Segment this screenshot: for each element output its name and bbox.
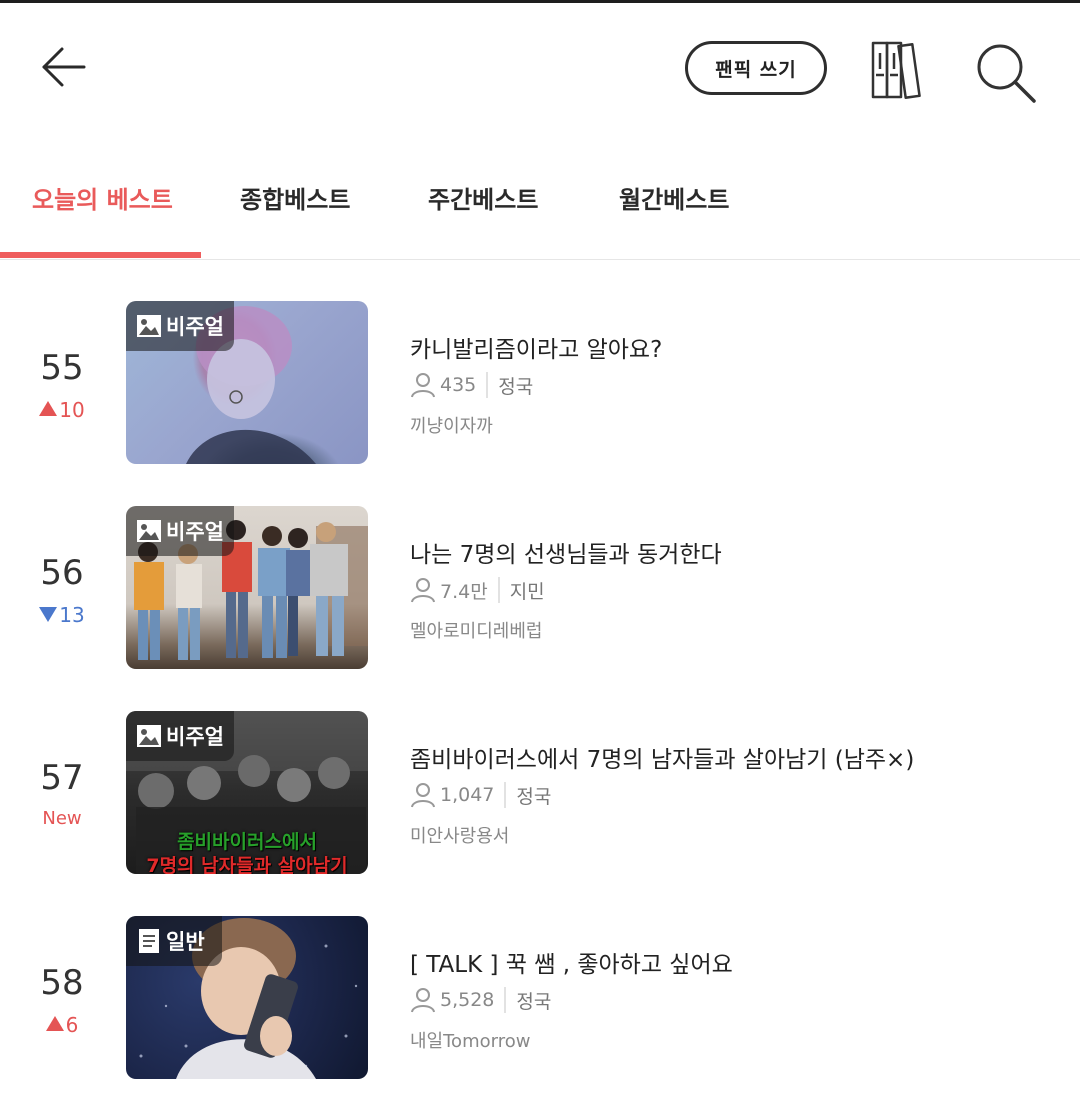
app-header: 팬픽 쓰기: [0, 3, 1080, 133]
list-item[interactable]: 55 10 비주얼 카니발리즘이라고 알아요? 435 정국 끼냥이자까: [0, 300, 1080, 465]
tab-weekly-best[interactable]: 주간베스트: [428, 180, 538, 220]
meta-divider: [486, 372, 489, 398]
author-name[interactable]: 내일Tomorrow: [410, 1027, 530, 1053]
story-meta: 1,047 정국: [410, 780, 551, 810]
rank-change-value: 13: [59, 603, 85, 627]
list-item[interactable]: 56 13 비주얼 나는 7명의 선생님들과 동거한다 7.4만 지민 멜아로미…: [0, 505, 1080, 670]
category-label: 비주얼: [166, 725, 224, 749]
story-title[interactable]: 카니발리즘이라고 알아요?: [410, 330, 662, 364]
author-name[interactable]: 멜아로미디레베럽: [410, 617, 542, 643]
tab-today-best[interactable]: 오늘의 베스트: [32, 180, 173, 220]
document-icon: [139, 929, 159, 953]
user-icon: [411, 988, 435, 1013]
reader-count: 5,528: [440, 989, 495, 1011]
user-icon: [411, 783, 435, 808]
list-item[interactable]: 57 New 좀비바이러스에서 7명의 남자들과 살아남기 비주얼 좀비바이러스…: [0, 710, 1080, 875]
reader-count: 435: [440, 374, 477, 396]
rank-number: 55: [40, 348, 84, 388]
rank-down-icon: [39, 607, 58, 622]
rank-change-value: New: [42, 808, 82, 829]
author-name[interactable]: 끼냥이자까: [410, 412, 493, 438]
thumbnail[interactable]: 좀비바이러스에서 7명의 남자들과 살아남기 비주얼: [126, 711, 368, 874]
member-tag: 정국: [498, 375, 534, 398]
rank-up-icon: [45, 1016, 64, 1031]
category-badge: 비주얼: [126, 506, 234, 556]
story-meta: 7.4만 지민: [410, 575, 545, 605]
author-name[interactable]: 미안사랑용서: [410, 822, 509, 848]
rank-number: 58: [40, 963, 84, 1003]
reader-count: 1,047: [440, 784, 495, 806]
search-icon[interactable]: [972, 39, 1040, 107]
category-badge: 비주얼: [126, 301, 234, 351]
category-label: 비주얼: [166, 520, 224, 544]
category-label: 비주얼: [166, 315, 224, 339]
image-icon: [137, 520, 161, 542]
rank-up-icon: [39, 401, 58, 416]
story-meta: 5,528 정국: [410, 985, 551, 1015]
rank-change-value: 10: [59, 398, 85, 422]
meta-divider: [497, 577, 500, 603]
rank-number: 56: [40, 553, 84, 593]
thumbnail[interactable]: 일반: [126, 916, 368, 1079]
write-fanfic-button[interactable]: 팬픽 쓰기: [685, 41, 827, 95]
category-badge: 일반: [126, 916, 222, 966]
list-item[interactable]: 58 6 일반 [TALK] 꾹 쌤 , 좋아하고 싶어요 5,528 정국…: [0, 915, 1080, 1080]
rank-change: 10: [22, 398, 102, 422]
back-arrow-icon[interactable]: [34, 37, 94, 97]
meta-divider: [504, 782, 507, 808]
category-label: 일반: [166, 930, 205, 954]
rank-change-value: 6: [65, 1013, 79, 1037]
rank-change: 6: [22, 1013, 102, 1037]
member-tag: 정국: [516, 785, 552, 808]
story-title[interactable]: 나는 7명의 선생님들과 동거한다: [410, 535, 722, 569]
member-tag: 지민: [509, 580, 545, 603]
user-icon: [411, 578, 435, 603]
thumbnail-caption: 7명의 남자들과 살아남기: [146, 855, 348, 874]
story-meta: 435 정국: [410, 370, 533, 400]
member-tag: 정국: [516, 990, 552, 1013]
active-tab-indicator: [0, 252, 201, 258]
rank-number: 57: [40, 758, 84, 798]
thumbnail-caption: 좀비바이러스에서: [177, 831, 317, 853]
meta-divider: [504, 987, 507, 1013]
story-title[interactable]: 좀비바이러스에서 7명의 남자들과 살아남기 (남주×): [410, 740, 914, 774]
reader-count: 7.4만: [440, 580, 488, 603]
tab-overall-best[interactable]: 종합베스트: [240, 180, 350, 220]
library-icon[interactable]: [868, 39, 934, 101]
user-icon: [411, 373, 435, 398]
ranking-tabs: 오늘의 베스트 종합베스트 주간베스트 월간베스트: [0, 160, 1080, 260]
image-icon: [137, 725, 161, 747]
image-icon: [137, 315, 161, 337]
tab-monthly-best[interactable]: 월간베스트: [619, 180, 729, 220]
thumbnail[interactable]: 비주얼: [126, 506, 368, 669]
thumbnail[interactable]: 비주얼: [126, 301, 368, 464]
rank-change: 13: [22, 603, 102, 627]
story-title[interactable]: [ TALK ] 꾹 쌤 , 좋아하고 싶어요: [410, 945, 733, 979]
category-badge: 비주얼: [126, 711, 234, 761]
